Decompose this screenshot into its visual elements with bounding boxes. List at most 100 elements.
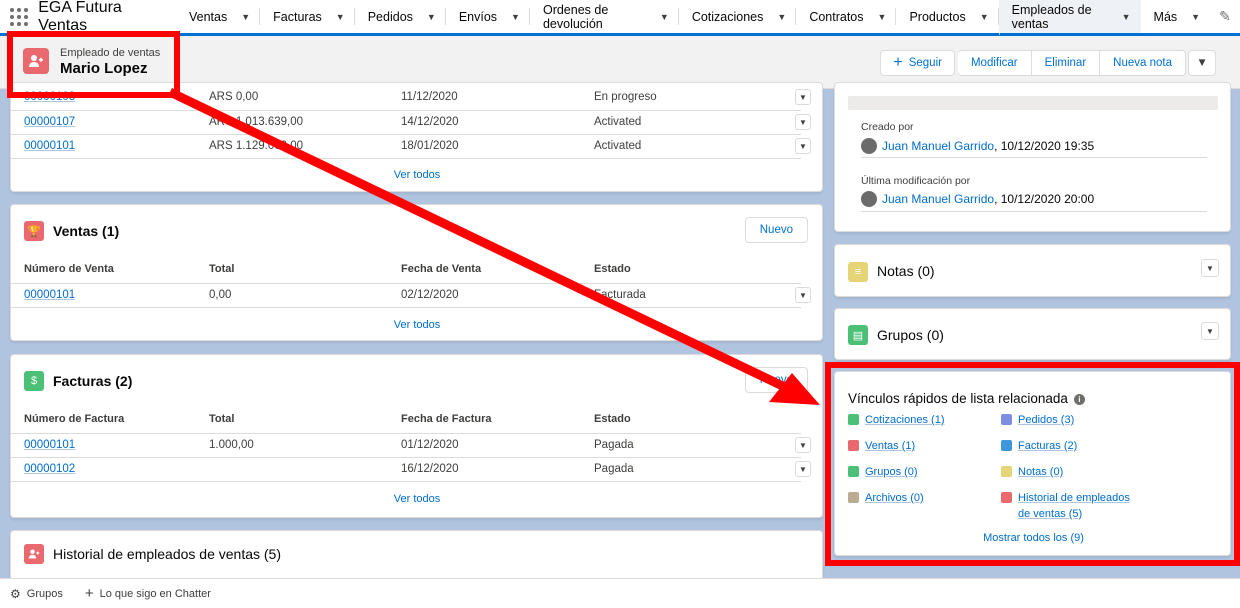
chevron-down-icon[interactable]: ▼ bbox=[980, 12, 989, 22]
quick-links-title: Vínculos rápidos de lista relacionada i bbox=[848, 391, 1085, 406]
row-actions-dropdown-icon[interactable]: ▼ bbox=[795, 287, 811, 303]
quick-link-pedidos[interactable]: Pedidos (3) bbox=[1001, 412, 1074, 428]
chevron-down-icon[interactable]: ▼ bbox=[1122, 12, 1131, 22]
notas-dropdown-icon[interactable]: ▼ bbox=[1201, 259, 1219, 277]
groups-icon bbox=[848, 466, 859, 477]
date-cell: 02/12/2020 bbox=[401, 289, 459, 301]
more-actions-dropdown-icon[interactable]: ▼ bbox=[1188, 50, 1216, 76]
nav-tab-label: Envíos bbox=[458, 9, 498, 24]
related-list-card-top: 00000108 ARS 0,00 11/12/2020 En progreso… bbox=[10, 82, 823, 192]
nav-tab-pedidos[interactable]: Pedidos ▼ bbox=[355, 0, 446, 33]
column-header[interactable]: Fecha de Venta bbox=[401, 263, 481, 275]
nav-tab-ordenes-devolucion[interactable]: Ordenes de devolución ▼ bbox=[530, 0, 679, 33]
quick-link-notas[interactable]: Notas (0) bbox=[1001, 464, 1063, 480]
top-navigation: EGA Futura Ventas Ventas ▼ Facturas ▼ Pedi… bbox=[0, 0, 1240, 36]
edit-nav-pencil-icon[interactable]: ✎ bbox=[1210, 0, 1240, 33]
quick-link-facturas[interactable]: Facturas (2) bbox=[1001, 438, 1077, 454]
employee-history-icon bbox=[1001, 492, 1012, 503]
column-header[interactable]: Número de Factura bbox=[24, 413, 124, 425]
created-by-value: Juan Manuel Garrido , 10/12/2020 19:35 bbox=[861, 138, 1094, 154]
row-actions-dropdown-icon[interactable]: ▼ bbox=[795, 114, 811, 130]
view-all-link[interactable]: Ver todos bbox=[11, 493, 823, 505]
nav-tab-envios[interactable]: Envíos ▼ bbox=[446, 0, 531, 33]
chevron-down-icon[interactable]: ▼ bbox=[336, 12, 345, 22]
status-cell: Facturada bbox=[594, 289, 646, 301]
view-all-link[interactable]: Ver todos bbox=[11, 319, 823, 331]
new-factura-button[interactable]: Nuevo bbox=[744, 367, 808, 393]
record-type-label: Empleado de ventas bbox=[60, 47, 161, 59]
created-by-user-link[interactable]: Juan Manuel Garrido bbox=[882, 139, 994, 153]
nav-tab-empleados-ventas[interactable]: Empleados de ventas ▼ bbox=[998, 0, 1141, 36]
record-link[interactable]: 00000102 bbox=[24, 463, 75, 475]
chevron-down-icon[interactable]: ▼ bbox=[777, 12, 786, 22]
quick-link-label: Pedidos (3) bbox=[1018, 414, 1075, 426]
row-actions-dropdown-icon[interactable]: ▼ bbox=[795, 461, 811, 477]
column-header[interactable]: Total bbox=[209, 413, 234, 425]
table-divider bbox=[11, 481, 801, 482]
grupos-dropdown-icon[interactable]: ▼ bbox=[1201, 322, 1219, 340]
status-cell: Pagada bbox=[594, 439, 634, 451]
info-icon[interactable]: i bbox=[1073, 393, 1085, 405]
row-actions-dropdown-icon[interactable]: ▼ bbox=[795, 138, 811, 154]
record-link[interactable]: 00000101 bbox=[24, 140, 75, 152]
nav-tab-facturas[interactable]: Facturas ▼ bbox=[260, 0, 355, 33]
created-by-label: Creado por bbox=[861, 121, 914, 133]
notas-card-title: Notas (0) bbox=[877, 263, 935, 279]
record-link[interactable]: 00000108 bbox=[24, 91, 75, 103]
record-link[interactable]: 00000101 bbox=[24, 289, 75, 301]
nav-tab-label: Contratos bbox=[809, 9, 864, 24]
quick-link-historial[interactable]: Historial de empleados de ventas (5) bbox=[1001, 490, 1130, 522]
trophy-icon: 🏆 bbox=[24, 221, 44, 241]
utility-chatter[interactable]: + Lo que sigo en Chatter bbox=[85, 585, 211, 602]
modified-by-user-link[interactable]: Juan Manuel Garrido bbox=[882, 192, 994, 206]
follow-button[interactable]: + Seguir bbox=[880, 50, 955, 76]
chevron-down-icon[interactable]: ▼ bbox=[241, 12, 250, 22]
quick-link-label: Facturas (2) bbox=[1018, 440, 1078, 452]
note-icon bbox=[1001, 466, 1012, 477]
total-cell: ARS 0,00 bbox=[209, 91, 259, 103]
record-link[interactable]: 00000107 bbox=[24, 116, 75, 128]
table-row: 00000101 ARS 1.129.000,00 18/01/2020 Act… bbox=[11, 134, 811, 158]
row-actions-dropdown-icon[interactable]: ▼ bbox=[795, 89, 811, 105]
edit-button[interactable]: Modificar bbox=[957, 50, 1032, 76]
view-all-link[interactable]: Ver todos bbox=[11, 169, 823, 181]
column-header[interactable]: Estado bbox=[594, 413, 631, 425]
chevron-down-icon[interactable]: ▼ bbox=[878, 12, 887, 22]
delete-button[interactable]: Eliminar bbox=[1031, 50, 1101, 76]
nav-tab-ventas[interactable]: Ventas ▼ bbox=[176, 0, 261, 33]
new-venta-button[interactable]: Nuevo bbox=[744, 217, 808, 243]
row-actions-dropdown-icon[interactable]: ▼ bbox=[795, 437, 811, 453]
chevron-down-icon[interactable]: ▼ bbox=[511, 12, 520, 22]
quick-link-label: Archivos (0) bbox=[865, 492, 924, 504]
quick-link-cotizaciones[interactable]: Cotizaciones (1) bbox=[848, 412, 944, 428]
facturas-card-title: Facturas (2) bbox=[53, 373, 133, 389]
record-link[interactable]: 00000101 bbox=[24, 439, 75, 451]
column-header[interactable]: Total bbox=[209, 263, 234, 275]
column-header[interactable]: Número de Venta bbox=[24, 263, 114, 275]
nav-tab-cotizaciones[interactable]: Cotizaciones ▼ bbox=[679, 0, 797, 33]
quick-link-grupos[interactable]: Grupos (0) bbox=[848, 464, 918, 480]
column-header[interactable]: Estado bbox=[594, 263, 631, 275]
utility-groups[interactable]: ⚙ Grupos bbox=[10, 587, 63, 601]
date-cell: 11/12/2020 bbox=[401, 91, 458, 103]
nav-tab-label: Ordenes de devolución bbox=[542, 2, 609, 31]
chevron-down-icon[interactable]: ▼ bbox=[1191, 12, 1200, 22]
show-all-link[interactable]: Mostrar todos los (9) bbox=[835, 532, 1232, 544]
note-icon: ≡ bbox=[848, 262, 868, 282]
record-actions: + Seguir Modificar Eliminar Nueva nota ▼ bbox=[880, 50, 1216, 76]
quick-link-label: Ventas (1) bbox=[865, 440, 916, 452]
quick-link-label: Cotizaciones (1) bbox=[865, 414, 945, 426]
nav-tab-contratos[interactable]: Contratos ▼ bbox=[796, 0, 897, 33]
column-header[interactable]: Fecha de Factura bbox=[401, 413, 491, 425]
nav-tab-mas[interactable]: Más ▼ bbox=[1141, 0, 1211, 33]
date-cell: 18/01/2020 bbox=[401, 140, 459, 152]
status-cell: Activated bbox=[594, 140, 642, 152]
app-launcher-icon[interactable] bbox=[0, 0, 38, 33]
quick-link-ventas[interactable]: Ventas (1) bbox=[848, 438, 915, 454]
nav-tab-productos[interactable]: Productos ▼ bbox=[896, 0, 999, 33]
quick-link-archivos[interactable]: Archivos (0) bbox=[848, 490, 924, 506]
modified-by-label: Última modificación por bbox=[861, 175, 971, 187]
chevron-down-icon[interactable]: ▼ bbox=[427, 12, 436, 22]
chevron-down-icon[interactable]: ▼ bbox=[660, 12, 669, 22]
new-note-button[interactable]: Nueva nota bbox=[1100, 50, 1186, 76]
